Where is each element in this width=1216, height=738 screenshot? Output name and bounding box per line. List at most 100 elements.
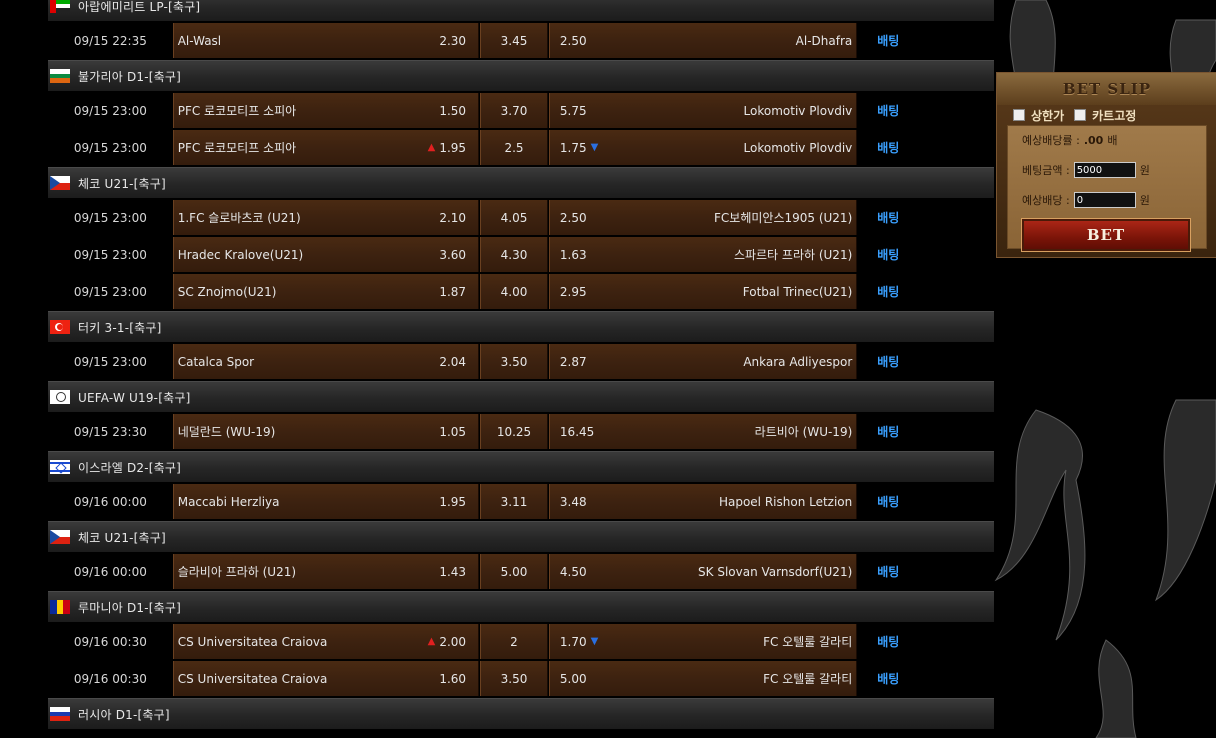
home-odds-cell[interactable]: 1.FC 슬로바츠코 (U21) 2.10 <box>172 200 480 235</box>
away-odds: 1.70 ▼ <box>560 635 598 649</box>
away-team: Hapoel Rishon Letzion <box>718 494 853 509</box>
draw-odds-value: 4.05 <box>500 210 528 225</box>
home-odds-cell[interactable]: 네덜란드 (WU-19) 1.05 <box>172 414 480 449</box>
away-odds-cell[interactable]: 2.50 Al-Dhafra <box>548 23 858 58</box>
away-team: Lokomotiv Plovdiv <box>743 103 853 118</box>
expected-rate-row: 예상배당률 : .00 배 <box>1022 132 1117 148</box>
match-time: 09/16 00:30 <box>73 634 147 649</box>
draw-odds-cell[interactable]: 3.11 <box>480 484 548 519</box>
cart-fixed-option[interactable]: 카트고정 <box>1074 107 1136 124</box>
home-odds-cell[interactable]: PFC 로코모티프 소피아 ▲ 1.95 <box>172 130 480 165</box>
home-team: Hradec Kralove(U21) <box>177 247 304 262</box>
match-row: 09/15 22:35 Al-Wasl 2.30 3.45 2.50 Al-Dhafra 배… <box>48 23 994 58</box>
israel-flag-icon <box>50 460 70 474</box>
away-odds-cell[interactable]: 1.70 ▼ FC 오텔룰 갈라티 <box>548 624 858 659</box>
draw-odds-value: 5.00 <box>500 564 528 579</box>
away-odds-value: 5.75 <box>559 103 587 118</box>
away-odds-cell[interactable]: 16.45 라트비아 (WU-19) <box>548 414 858 449</box>
draw-odds-cell[interactable]: 2 <box>480 624 548 659</box>
czech-flag-icon <box>50 176 70 190</box>
draw-odds-cell[interactable]: 3.50 <box>480 344 548 379</box>
home-odds-cell[interactable]: CS Universitatea Craiova ▲ 2.00 <box>172 624 480 659</box>
away-odds-cell[interactable]: 5.75 Lokomotiv Plovdiv <box>548 93 858 128</box>
odds-board: 아랍에미리트 LP-[축구] 09/15 22:35 Al-Wasl 2.30 3.45… <box>48 0 994 731</box>
draw-odds-value: 2.5 <box>504 140 524 155</box>
league-header: 체코 U21-[축구] <box>48 521 994 552</box>
draw-odds-cell[interactable]: 2.5 <box>480 130 548 165</box>
away-odds: 4.50 <box>560 565 587 579</box>
away-odds-value: 4.50 <box>559 564 587 579</box>
away-odds-cell[interactable]: 3.48 Hapoel Rishon Letzion <box>548 484 858 519</box>
draw-odds-cell[interactable]: 3.70 <box>480 93 548 128</box>
bet-submit-button[interactable]: BET <box>1021 218 1191 252</box>
away-odds-cell[interactable]: 1.75 ▼ Lokomotiv Plovdiv <box>548 130 858 165</box>
home-odds: 1.87 <box>439 285 466 299</box>
league-name: 터키 3-1-[축구] <box>78 320 162 335</box>
bet-link-cell: 배팅 <box>857 344 994 379</box>
max-odds-checkbox[interactable] <box>1013 109 1025 121</box>
draw-odds-cell[interactable]: 10.25 <box>480 414 548 449</box>
home-team: CS Universitatea Craiova <box>177 671 328 686</box>
bet-link[interactable]: 배팅 <box>877 670 899 687</box>
away-team: 라트비아 (WU-19) <box>754 425 853 439</box>
home-odds-cell[interactable]: Catalca Spor 2.04 <box>172 344 480 379</box>
home-odds-value: 1.05 <box>439 424 467 439</box>
draw-odds-cell[interactable]: 4.00 <box>480 274 548 309</box>
home-team: Catalca Spor <box>177 354 255 369</box>
bet-link[interactable]: 배팅 <box>877 102 899 119</box>
draw-odds-cell[interactable]: 4.30 <box>480 237 548 272</box>
home-odds-cell[interactable]: 슬라비아 프라하 (U21) 1.43 <box>172 554 480 589</box>
bet-link[interactable]: 배팅 <box>877 246 899 263</box>
bet-link[interactable]: 배팅 <box>877 353 899 370</box>
uae-flag-icon <box>50 0 70 13</box>
home-odds-value: 1.95 <box>439 140 467 155</box>
home-odds-cell[interactable]: SC Znojmo(U21) 1.87 <box>172 274 480 309</box>
match-time: 09/15 23:00 <box>73 210 147 225</box>
away-odds-cell[interactable]: 2.50 FC보헤미안스1905 (U21) <box>548 200 858 235</box>
bet-link[interactable]: 배팅 <box>877 283 899 300</box>
draw-odds-cell[interactable]: 3.50 <box>480 661 548 696</box>
bet-link[interactable]: 배팅 <box>877 633 899 650</box>
bet-link[interactable]: 배팅 <box>877 423 899 440</box>
expected-payout-input[interactable] <box>1073 192 1136 208</box>
away-odds-cell[interactable]: 5.00 FC 오텔룰 갈라티 <box>548 661 858 696</box>
expected-rate-unit: 배 <box>1107 134 1118 147</box>
match-time: 09/15 23:00 <box>73 284 147 299</box>
bet-amount-input[interactable] <box>1073 162 1136 178</box>
bet-link[interactable]: 배팅 <box>877 563 899 580</box>
match-row: 09/16 00:00 슬라비아 프라하 (U21) 1.43 5.00 4.50 SK … <box>48 554 994 589</box>
draw-odds-value: 4.00 <box>500 284 528 299</box>
expected-payout-unit: 원 <box>1139 194 1150 207</box>
away-odds-cell[interactable]: 2.87 Ankara Adliyespor <box>548 344 858 379</box>
league-name: 이스라엘 D2-[축구] <box>78 460 182 475</box>
draw-odds-cell[interactable]: 5.00 <box>480 554 548 589</box>
draw-odds-cell[interactable]: 3.45 <box>480 23 548 58</box>
away-odds-cell[interactable]: 2.95 Fotbal Trinec(U21) <box>548 274 858 309</box>
bet-link[interactable]: 배팅 <box>877 32 899 49</box>
draw-odds-cell[interactable]: 4.05 <box>480 200 548 235</box>
draw-odds-value: 3.50 <box>500 354 528 369</box>
home-odds-cell[interactable]: Hradec Kralove(U21) 3.60 <box>172 237 480 272</box>
bet-link[interactable]: 배팅 <box>877 493 899 510</box>
bet-amount-label: 베팅금액 : <box>1022 164 1070 177</box>
away-odds-value: 2.95 <box>559 284 587 299</box>
home-team: Al-Wasl <box>177 33 222 48</box>
max-odds-option[interactable]: 상한가 <box>1013 107 1064 124</box>
match-time: 09/16 00:30 <box>73 671 147 686</box>
home-odds-cell[interactable]: CS Universitatea Craiova 1.60 <box>172 661 480 696</box>
away-odds-cell[interactable]: 1.63 스파르타 프라하 (U21) <box>548 237 858 272</box>
home-odds-value: 2.10 <box>439 210 467 225</box>
cart-fixed-checkbox[interactable] <box>1074 109 1087 121</box>
home-odds-cell[interactable]: PFC 로코모티프 소피아 1.50 <box>172 93 480 128</box>
away-odds-cell[interactable]: 4.50 SK Slovan Varnsdorf(U21) <box>548 554 858 589</box>
home-odds-cell[interactable]: Maccabi Herzliya 1.95 <box>172 484 480 519</box>
bet-link[interactable]: 배팅 <box>877 139 899 156</box>
league-header: 루마니아 D1-[축구] <box>48 591 994 622</box>
max-odds-label: 상한가 <box>1031 108 1065 123</box>
draw-odds-value: 3.50 <box>500 671 528 686</box>
home-odds-cell[interactable]: Al-Wasl 2.30 <box>172 23 480 58</box>
home-team: 1.FC 슬로바츠코 (U21) <box>177 211 301 225</box>
bet-link[interactable]: 배팅 <box>877 209 899 226</box>
bet-link-cell: 배팅 <box>857 274 994 309</box>
away-odds: 2.95 <box>560 285 587 299</box>
